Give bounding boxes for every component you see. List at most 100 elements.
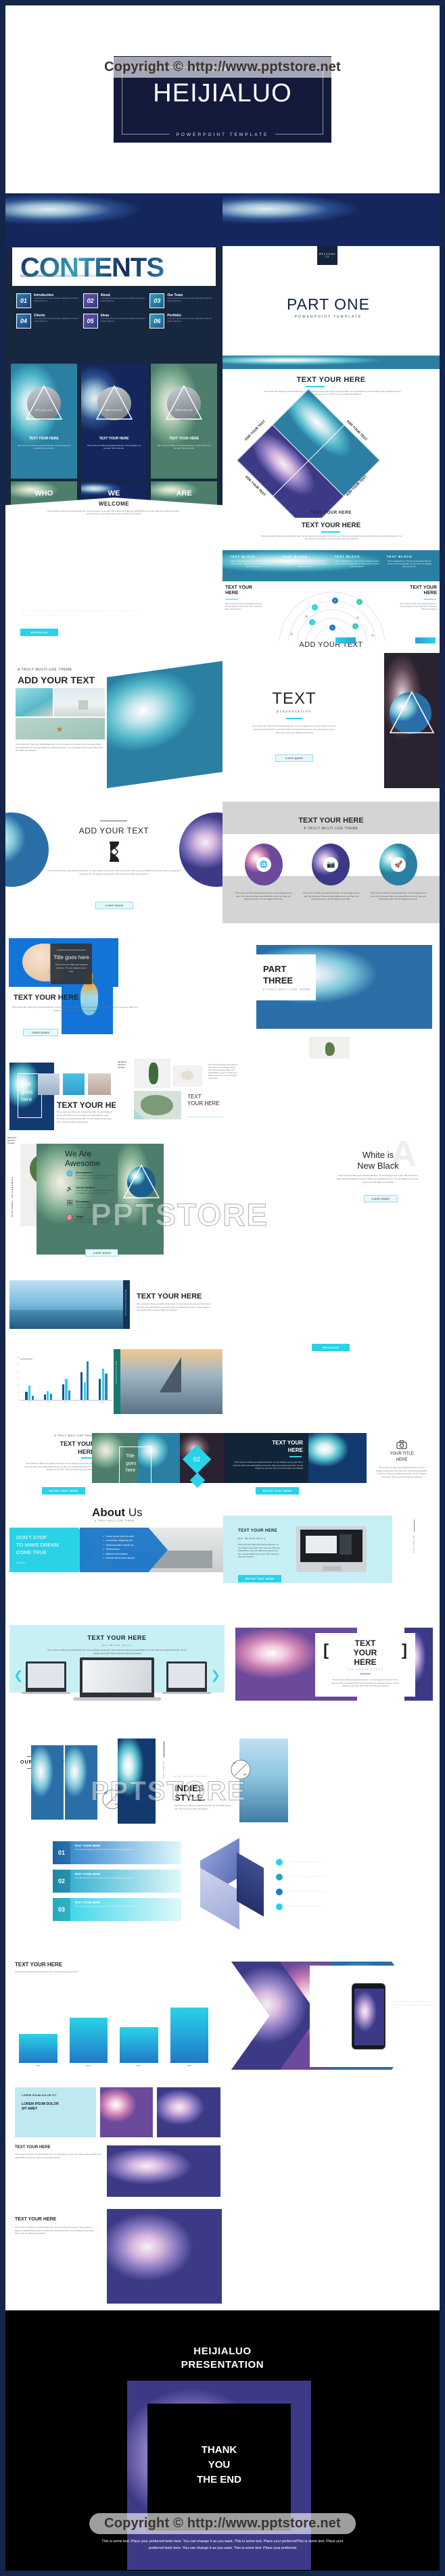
about-banner-3: COME TRUE: [16, 1549, 47, 1555]
radial-node[interactable]: 1: [309, 619, 315, 625]
team-card[interactable]: HEIJIALUO TEXT YOUR HERE This is some text…: [11, 364, 77, 479]
plants-title-italic: TEXT: [187, 1094, 202, 1100]
phone-mockup: [352, 1983, 385, 2049]
title-card-button[interactable]: Lorem Ipsum: [23, 1029, 58, 1036]
team-card[interactable]: HEIJIALUO TEXT YOUR HERE This is some text…: [80, 364, 147, 479]
about-card-body: This is some text. Place your preferred …: [238, 1544, 281, 1558]
chart-bar: [65, 1379, 68, 1400]
cube-row[interactable]: 02 TEXT YOUR HERE This is some text. Place…: [53, 1870, 181, 1893]
part-three-photo: [309, 1037, 350, 1059]
plants-title-rest: YOUR HERE: [187, 1100, 220, 1107]
contents-item[interactable]: 02 About Lorem ipsum dolor sit amet, conse…: [83, 293, 147, 308]
chart-bar: [31, 1395, 34, 1400]
team-card-caption: TEXT YOUR HERE: [99, 437, 129, 441]
triangle-icon: [95, 385, 133, 420]
target-icon: 🎯: [66, 1215, 73, 1221]
chart-y-tick: 30: [17, 1378, 19, 1380]
gallery-photo-2: [54, 688, 105, 716]
cube-title-1: TEXT YOUR: [12, 1851, 70, 1862]
bullet-dot-icon: [276, 1903, 283, 1910]
check-icon: ✓: [103, 1557, 105, 1560]
diamond-card-title: Title goes here: [126, 1454, 137, 1473]
arrow-left-button[interactable]: [335, 637, 356, 643]
brand-story-marble-1: [31, 1745, 64, 1820]
part-three-title-2: THREE: [263, 975, 294, 986]
diamond-cards-far-body: This is some text. Place your preferred …: [376, 1467, 427, 1478]
bar-panel-bar-label: TEXT: [86, 2065, 91, 2067]
infographic-card: LOREM IPSUM DOLOR SIT LOREM IPSUM DOLOR …: [15, 2087, 96, 2137]
prev-arrow-icon[interactable]: ❮: [14, 1670, 23, 1681]
title-card-title: Title goes here: [53, 954, 89, 961]
diamond-cards-right-button[interactable]: ENTER TEXT HERE: [256, 1487, 299, 1494]
surf-body: This is some text. Place your preferred …: [137, 1303, 210, 1312]
radial-node[interactable]: 6: [312, 604, 318, 610]
cube-bullets: This is some text. Place your preferred …: [276, 1859, 411, 1918]
contents-item-number: 06: [149, 314, 165, 329]
hourglass-circle-right: [179, 812, 222, 887]
awesome-button[interactable]: Lorem Ipsum: [85, 1249, 119, 1257]
three-circles-item[interactable]: 📷 This is some text. Place your preferred…: [301, 811, 362, 923]
contents-item[interactable]: 06 Portfolio Lorem ipsum dolor sit amet, c…: [149, 314, 214, 329]
globe-icon: 🌐: [256, 857, 271, 872]
contents-item-number: 03: [149, 293, 165, 308]
who-we-are-word-label: ARE: [176, 489, 192, 497]
surf-title: TEXT YOUR HERE: [137, 1292, 202, 1301]
phone-title: TEXT YOUR HERE: [391, 1993, 421, 1997]
radial-node[interactable]: 4: [356, 599, 362, 605]
diamond-cards-button[interactable]: ENTER TEXT HERE: [42, 1487, 85, 1494]
contents-item-body: Lorem ipsum dolor sit amet, consectetur …: [100, 298, 145, 302]
thanks-brand-2: PRESENTATION: [181, 2359, 264, 2371]
diamond-title: TEXT YOUR HERE: [296, 376, 366, 384]
contents-item[interactable]: 01 Introduction Lorem ipsum dolor sit amet…: [16, 293, 80, 308]
cube-row[interactable]: 03 TEXT YOUR HERE This is some text. Place…: [53, 1898, 181, 1921]
team-card[interactable]: HEIJIALUO TEXT YOUR HERE This is some text…: [151, 364, 218, 479]
about-banner-brand: HeiJiaLuo: [16, 1561, 26, 1564]
three-circles-image: 📷: [312, 844, 350, 885]
next-arrow-icon[interactable]: ❯: [211, 1670, 220, 1681]
diamond-cards-dark-panel: TEXT YOUR HERE This is some text. Place …: [225, 1433, 308, 1483]
bullet-dot-icon: [276, 1859, 283, 1866]
chart-plot: [20, 1357, 112, 1401]
radial-node[interactable]: 2: [329, 625, 335, 631]
text-presentation-button[interactable]: Lorem Ipsum: [275, 754, 313, 762]
check-icon: ✓: [103, 1535, 105, 1538]
contents-item-label: About: [100, 293, 111, 297]
chart-bar: [101, 1368, 104, 1400]
slide-bracket: TEXT YOUR HERE [ ] OUR BRAND STORY This …: [229, 1621, 440, 1709]
three-circles-item[interactable]: 🚀 This is some text. Place your preferred…: [368, 811, 429, 923]
cube-bullet: This is some text. Place your preferred …: [276, 1874, 411, 1880]
arrow-right-button[interactable]: [415, 637, 436, 643]
about-card-button[interactable]: ENTER TEXT HERE: [238, 1575, 281, 1582]
awesome-title-1: We Are: [65, 1149, 92, 1159]
avatar: [97, 387, 131, 420]
globe-icon: 🌐: [66, 1171, 73, 1177]
text-block-body: This is a placeholder text. This text ca…: [283, 560, 327, 568]
contents-item-label: Our Team: [167, 293, 183, 297]
radial-left-body: This is some text. Place your preferred …: [225, 603, 263, 610]
white-black-body: This is some text. Place your preferred …: [337, 1175, 419, 1184]
laptop-right: [162, 1661, 211, 1694]
bottom-left-title: TEXT YOUR HERE: [15, 2217, 57, 2222]
radial-node[interactable]: 3: [352, 623, 358, 629]
contents-item[interactable]: 05 Ideas Lorem ipsum dolor sit amet, conse…: [83, 314, 147, 329]
three-circles-item[interactable]: 🌐 This is some text. Place your preferred…: [233, 811, 294, 923]
chart-bar: [62, 1384, 64, 1400]
indies-page: 27: [233, 1761, 237, 1765]
awesome-item-body: This is some text. Place your preferred …: [76, 1175, 115, 1180]
part-two-body: This is some text. Place your preferred …: [20, 610, 141, 616]
contents-item[interactable]: 03 Our Team Lorem ipsum dolor sit amet, co…: [149, 293, 214, 308]
slide-thanks: HEIJIALUO PRESENTATION THANK YOU THE END…: [5, 2310, 440, 2571]
cube-row-body: This is some text. Place your preferred …: [74, 1877, 133, 1879]
cube-row[interactable]: 01 TEXT YOUR HERE This is some text. Place…: [53, 1841, 181, 1864]
part-four-button[interactable]: HEIJIALUO: [312, 1344, 350, 1351]
avatar: [167, 387, 202, 420]
hourglass-button[interactable]: Lorem Ipsum: [95, 902, 133, 909]
chart-bar: [43, 1394, 46, 1400]
bottom-left-marble: [107, 2209, 222, 2304]
white-black-button[interactable]: Lorem Ipsum: [364, 1195, 398, 1202]
cube-title-2: HERE: [12, 1863, 41, 1874]
radial-node[interactable]: 5: [332, 598, 338, 604]
contents-item[interactable]: 04 Clients Lorem ipsum dolor sit amet, con…: [16, 314, 80, 329]
part-two-button[interactable]: HEIJIALUO: [20, 629, 58, 636]
gallery-title: ADD YOUR TEXT: [18, 675, 95, 685]
